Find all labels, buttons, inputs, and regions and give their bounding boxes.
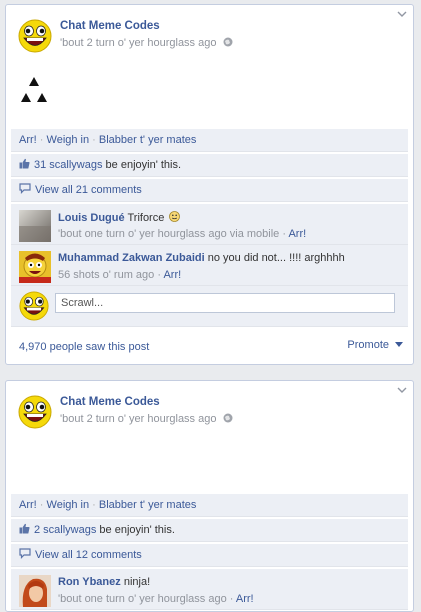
comment-bubble-icon [19, 183, 31, 194]
post-actions: Arr! · Weigh in · Blabber t' yer mates [11, 494, 408, 517]
comment-time[interactable]: 'bout one turn o' yer hourglass ago [58, 593, 227, 605]
commenter-name[interactable]: Louis Dugué [58, 212, 125, 224]
view-all-comments[interactable]: View all 12 comments [11, 544, 408, 567]
author-name[interactable]: Chat Meme Codes [60, 20, 160, 32]
triforce-right [37, 93, 47, 102]
author-name[interactable]: Chat Meme Codes [60, 396, 160, 408]
caret-down-icon[interactable] [395, 342, 403, 347]
post-actions: Arr! · Weigh in · Blabber t' yer mates [11, 129, 408, 152]
comment-link[interactable]: Weigh in [47, 134, 90, 146]
commenter-avatar[interactable] [19, 210, 51, 242]
post-footer: 4,970 people saw this post Promote [6, 327, 413, 353]
triforce-top [29, 77, 39, 86]
promote-button[interactable]: Promote [347, 339, 403, 351]
comment-body: Muhammad Zakwan Zubaidi no you did not..… [58, 252, 345, 264]
comment-text: ninja! [123, 576, 151, 588]
likes-suffix: be enjoyin' this. [102, 159, 182, 171]
comment-meta: 'bout one turn o' yer hourglass ago via … [58, 228, 307, 240]
thumbs-up-icon [19, 523, 30, 534]
smiley-icon [169, 211, 181, 222]
comment-item: Louis Dugué Triforce 'bout one turn o' y… [11, 204, 408, 245]
comment-time[interactable]: 'bout one turn o' yer hourglass ago via … [58, 228, 279, 240]
comment-body: Louis Dugué Triforce [58, 211, 181, 224]
page-avatar[interactable] [18, 19, 52, 53]
comment-input[interactable]: Scrawl... [55, 293, 395, 313]
comment-like-link[interactable]: Arr! [163, 269, 181, 281]
promote-label[interactable]: Promote [347, 339, 389, 351]
like-link[interactable]: Arr! [19, 134, 37, 146]
comment-time[interactable]: 56 shots o' rum ago [58, 269, 154, 281]
post-header: Chat Meme Codes 'bout 2 turn o' yer hour… [6, 381, 413, 431]
separator: · [36, 134, 47, 146]
comment-like-link[interactable]: Arr! [288, 228, 306, 240]
likes-summary: 31 scallywags be enjoyin' this. [11, 154, 408, 177]
likes-summary: 2 scallywags be enjoyin' this. [11, 519, 408, 542]
comment-like-link[interactable]: Arr! [236, 593, 254, 605]
post-header: Chat Meme Codes 'bout 2 turn o' yer hour… [6, 5, 413, 55]
comment-text: no you did not... !!!! arghhhh [207, 252, 345, 264]
comment-composer: Scrawl... [11, 286, 408, 327]
comment-item: Muhammad Zakwan Zubaidi no you did not..… [11, 245, 408, 286]
chevron-down-icon[interactable] [397, 11, 407, 17]
likes-count-link[interactable]: 31 scallywags [34, 159, 102, 171]
view-all-comments-link[interactable]: View all 21 comments [35, 184, 142, 196]
triforce-left [21, 93, 31, 102]
comment-item: Ron Ybanez ninja! 'bout one turn o' yer … [11, 569, 408, 610]
share-link[interactable]: Blabber t' yer mates [99, 499, 196, 511]
comment-bubble-icon [19, 548, 31, 559]
post-card: Chat Meme Codes 'bout 2 turn o' yer hour… [5, 4, 414, 365]
comment-link[interactable]: Weigh in [47, 499, 90, 511]
timestamp-text[interactable]: 'bout 2 turn o' yer hourglass ago [60, 413, 216, 425]
like-link[interactable]: Arr! [19, 499, 37, 511]
globe-icon[interactable] [223, 37, 233, 47]
commenter-name[interactable]: Ron Ybanez [58, 576, 121, 588]
separator: · [89, 499, 99, 511]
commenter-avatar[interactable] [19, 575, 51, 607]
separator: · [89, 134, 99, 146]
page-avatar[interactable] [18, 395, 52, 429]
comment-meta: 'bout one turn o' yer hourglass ago · Ar… [58, 593, 254, 605]
thumbs-up-icon [19, 158, 30, 169]
commenter-name[interactable]: Muhammad Zakwan Zubaidi [58, 252, 205, 264]
likes-count-link[interactable]: 2 scallywags [34, 524, 96, 536]
view-all-comments-link[interactable]: View all 12 comments [35, 549, 142, 561]
view-all-comments[interactable]: View all 21 comments [11, 179, 408, 202]
comment-text: Triforce [127, 212, 165, 224]
viewer-avatar [19, 291, 49, 321]
post-content [6, 55, 413, 125]
share-link[interactable]: Blabber t' yer mates [99, 134, 196, 146]
globe-icon[interactable] [223, 413, 233, 423]
likes-suffix: be enjoyin' this. [96, 524, 175, 536]
comment-meta: 56 shots o' rum ago · Arr! [58, 269, 182, 281]
post-timestamp: 'bout 2 turn o' yer hourglass ago [60, 413, 233, 425]
timestamp-text[interactable]: 'bout 2 turn o' yer hourglass ago [60, 37, 216, 49]
chevron-down-icon[interactable] [397, 387, 407, 393]
post-timestamp: 'bout 2 turn o' yer hourglass ago [60, 37, 233, 49]
comment-body: Ron Ybanez ninja! [58, 576, 150, 588]
post-card: Chat Meme Codes 'bout 2 turn o' yer hour… [5, 380, 414, 612]
commenter-avatar[interactable] [19, 251, 51, 283]
post-reach-text[interactable]: 4,970 people saw this post [19, 341, 149, 353]
separator: · [36, 499, 47, 511]
post-content [6, 431, 413, 491]
